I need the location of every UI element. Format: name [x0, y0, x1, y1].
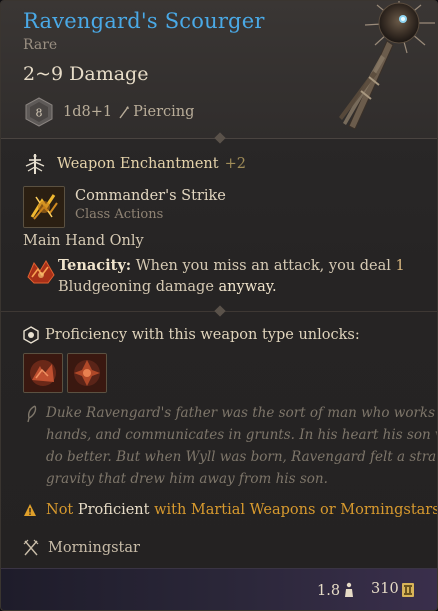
enchantment-label: Weapon Enchantment	[57, 156, 219, 172]
tooltip-footer: 1.8 310	[1, 568, 437, 610]
weapon-type: Morningstar	[48, 540, 140, 556]
lore-line-2: hands, and communicates in grunts. In hi…	[46, 427, 437, 443]
lore-line-3: do better. But when Wyll was born, Raven…	[46, 449, 438, 465]
tenacity-line-2: Bludgeoning damage anyway.	[58, 279, 277, 295]
gold-coin-icon	[402, 583, 414, 597]
enchantment-sword-icon	[25, 154, 45, 174]
die-face-label: 8	[36, 107, 43, 120]
action-category: Class Actions	[75, 207, 164, 222]
weapon-type-row: Morningstar	[23, 537, 140, 559]
tenacity-text-1: When you miss an attack, you deal	[131, 258, 396, 274]
tenacity-number: 1	[395, 258, 405, 274]
proficiency-warning-text: Not Proficient with Martial Weapons or M…	[46, 502, 438, 518]
proficiency-unlock-label: Proficiency with this weapon type unlock…	[45, 327, 360, 343]
gold-value: 310	[371, 581, 399, 597]
warning-rest: with Martial Weapons or Morningstars	[154, 502, 438, 518]
item-rarity: Rare	[23, 37, 58, 53]
damage-range: 2~9 Damage	[23, 63, 149, 85]
damage-type: Piercing	[133, 104, 195, 120]
action-row[interactable]: Commander's Strike Class Actions	[23, 186, 226, 228]
damage-dice-row: 8 1d8+1 Piercing	[23, 96, 194, 128]
warning-icon	[24, 504, 36, 516]
warning-not: Not	[46, 502, 74, 518]
action-name: Commander's Strike	[75, 188, 226, 204]
tenacity-damage-type: Bludgeoning damage	[58, 279, 214, 295]
lore-line-4: gravity that drew him away from his son.	[46, 471, 328, 487]
proficiency-icon	[23, 326, 39, 344]
proficiency-unlock-row: Proficiency with this weapon type unlock…	[23, 323, 360, 347]
weapon-enchantment-row: Weapon Enchantment +2	[23, 151, 246, 177]
tenacity-text-3: anyway.	[213, 279, 277, 295]
unlocked-abilities	[23, 353, 107, 393]
enchantment-bonus: +2	[224, 156, 246, 172]
quill-icon	[27, 405, 37, 423]
weight-value: 1.8	[317, 583, 341, 599]
morningstar-weapon-art	[339, 1, 435, 130]
proficiency-warning-row: Not Proficient with Martial Weapons or M…	[23, 499, 438, 521]
item-tooltip: Ravengard's Scourger Rare 2~9 Damage 8 1…	[0, 0, 438, 611]
piercing-icon	[119, 106, 130, 119]
ability-icon-1[interactable]	[23, 353, 63, 393]
commanders-strike-icon[interactable]	[23, 186, 65, 228]
tenacity-line-1: Tenacity: When you miss an attack, you d…	[58, 257, 405, 274]
ability-icon-2[interactable]	[67, 353, 107, 393]
main-hand-only-label: Main Hand Only	[23, 233, 144, 249]
item-name: Ravengard's Scourger	[23, 9, 265, 33]
damage-dice: 1d8+1	[63, 104, 113, 120]
warning-proficient: Proficient	[73, 502, 155, 518]
weight-icon	[345, 582, 353, 597]
tenacity-icon	[27, 260, 55, 284]
crossed-weapons-icon	[23, 539, 39, 556]
divider-ornament	[214, 305, 226, 317]
d8-die-icon: 8	[25, 97, 53, 127]
lore-line-1: Duke Ravengard's father was the sort of …	[46, 405, 437, 421]
tenacity-keyword: Tenacity:	[58, 257, 132, 274]
